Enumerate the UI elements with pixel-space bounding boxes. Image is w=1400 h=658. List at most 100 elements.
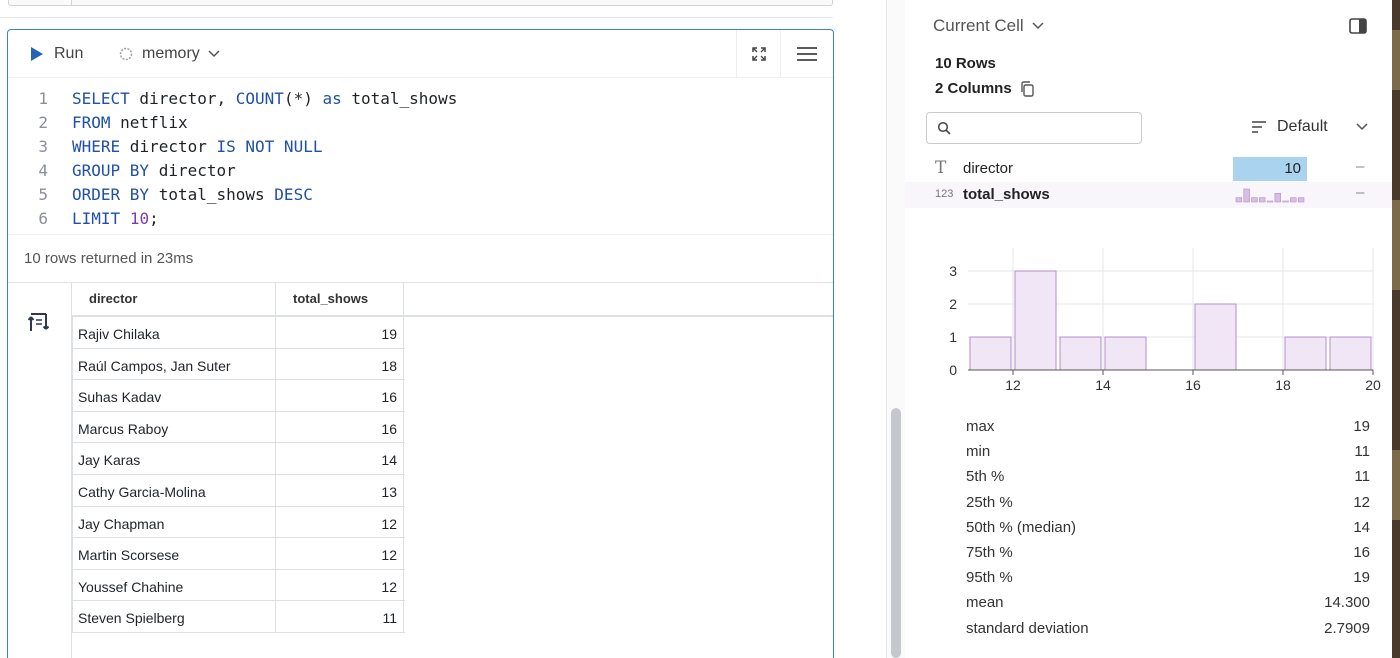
column-summary-total-shows[interactable]: 123 total_shows – (905, 182, 1392, 208)
y-tick-label: 1 (949, 329, 957, 345)
column-name: total_shows (963, 186, 1050, 203)
sidebar-layout-icon (1349, 18, 1367, 34)
unique-count-bar: 10 (1233, 157, 1307, 181)
cell-total-shows[interactable]: 13 (276, 475, 404, 506)
play-icon (31, 47, 43, 61)
sparkline-bar (1266, 200, 1274, 203)
stat-row: standard deviation 2.7909 (966, 620, 1370, 645)
sql-text: ; (149, 209, 159, 228)
cell-total-shows[interactable]: 16 (276, 411, 404, 443)
stat-row: min 11 (966, 443, 1370, 468)
stat-label: 25th % (966, 493, 1013, 511)
code-line[interactable]: 4 GROUP BY director (8, 159, 833, 183)
stat-value: 19 (1353, 569, 1370, 587)
cell-total-shows[interactable]: 18 (276, 348, 404, 380)
cell-director[interactable]: Youssef Chahine (72, 569, 276, 601)
copy-icon[interactable] (1020, 80, 1035, 97)
column-action[interactable]: – (1356, 184, 1364, 201)
cell-total-shows[interactable]: 12 (276, 538, 404, 569)
y-tick-label: 2 (949, 296, 957, 312)
cell-director[interactable]: Martin Scorsese (72, 538, 276, 569)
table-row[interactable]: Raúl Campos, Jan Suter 18 (72, 348, 405, 381)
cell-director[interactable]: Jay Karas (72, 443, 276, 474)
cell-director[interactable]: Suhas Kadav (72, 380, 276, 411)
inspector-panel: Current Cell 10 Rows 2 Columns Default T… (905, 0, 1392, 658)
y-tick-label: 3 (949, 263, 957, 279)
cell-total-shows[interactable]: 12 (276, 506, 404, 538)
sort-select[interactable]: Default (1251, 118, 1368, 136)
layout-toggle-button[interactable] (1349, 18, 1367, 39)
code-text: FROM netflix (72, 111, 188, 135)
y-tick-label: 0 (949, 362, 957, 378)
chevron-down-icon (208, 50, 220, 58)
table-row[interactable]: Cathy Garcia-Molina 13 (72, 475, 405, 507)
stat-row: 95th % 19 (966, 569, 1370, 594)
column-header-total-shows[interactable]: total_shows (276, 283, 404, 315)
table-row[interactable]: Jay Karas 14 (72, 443, 405, 475)
x-tick-label: 20 (1365, 377, 1381, 393)
code-line[interactable]: 5 ORDER BY total_shows DESC (8, 183, 833, 207)
sql-text: netflix (110, 113, 188, 132)
table-row[interactable]: Suhas Kadav 16 (72, 380, 405, 412)
sparkline-bar (1243, 188, 1250, 203)
sort-icon (1252, 121, 1266, 133)
line-number: 4 (38, 161, 48, 180)
table-row[interactable]: Steven Spielberg 11 (72, 601, 405, 633)
column-count-label: 2 Columns (935, 80, 1012, 97)
stat-value: 16 (1353, 544, 1370, 561)
stat-value: 19 (1353, 418, 1370, 435)
query-cell[interactable]: Run memory 1 SELECT director, COUNT(*) as… (7, 29, 834, 658)
cell-menu-button[interactable] (780, 30, 833, 78)
sparkline-bar (1259, 197, 1266, 203)
sparkline-bar (1235, 197, 1243, 203)
stat-label: max (966, 418, 995, 435)
histogram-bar (1014, 270, 1057, 371)
code-line[interactable]: 2 FROM netflix (8, 111, 833, 135)
column-action[interactable]: – (1356, 158, 1364, 175)
histogram-bar (1059, 336, 1102, 371)
stat-value: 11 (1354, 443, 1370, 461)
column-search[interactable] (926, 112, 1142, 144)
code-line[interactable]: 3 WHERE director IS NOT NULL (8, 135, 833, 159)
vertical-scrollbar[interactable] (886, 0, 905, 658)
cell-director[interactable]: Cathy Garcia-Molina (72, 475, 276, 506)
expand-button[interactable] (736, 30, 780, 78)
cell-director[interactable]: Steven Spielberg (72, 601, 276, 632)
table-header: director total_shows (72, 283, 833, 317)
column-count: 2 Columns (935, 80, 1035, 97)
cell-director[interactable]: Rajiv Chilaka (72, 317, 276, 348)
cell-director[interactable]: Raúl Campos, Jan Suter (72, 348, 276, 380)
code-line[interactable]: 1 SELECT director, COUNT(*) as total_show… (8, 87, 833, 111)
cell-total-shows[interactable]: 14 (276, 443, 404, 474)
table-row[interactable]: Rajiv Chilaka 19 (72, 317, 405, 349)
table-row[interactable]: Youssef Chahine 12 (72, 569, 405, 602)
column-summary-director[interactable]: T director 10 – (905, 156, 1392, 182)
sparkline-bar (1274, 193, 1281, 203)
cell-director[interactable]: Jay Chapman (72, 506, 276, 538)
search-input[interactable] (957, 117, 1135, 139)
cell-total-shows[interactable]: 16 (276, 380, 404, 411)
column-header-director[interactable]: director (72, 283, 276, 315)
sql-keyword: DESC (274, 185, 313, 204)
cell-total-shows[interactable]: 12 (276, 569, 404, 601)
cell-total-shows[interactable]: 19 (276, 317, 404, 348)
cell-director[interactable]: Marcus Raboy (72, 411, 276, 443)
cell-total-shows[interactable]: 11 (276, 601, 404, 632)
code-line[interactable]: 6 LIMIT 10; (8, 207, 833, 231)
cell-separator (0, 17, 833, 18)
run-button[interactable]: Run (30, 44, 83, 64)
connection-select[interactable]: memory (118, 44, 220, 64)
scrollbar-thumb[interactable] (891, 408, 901, 658)
stat-row: 5th % 11 (966, 468, 1370, 493)
table-row[interactable]: Jay Chapman 12 (72, 506, 405, 539)
transpose-icon[interactable] (27, 311, 50, 338)
table-row[interactable]: Marcus Raboy 16 (72, 411, 405, 444)
panel-title-dropdown[interactable]: Current Cell (933, 16, 1044, 36)
stat-value: 2.7909 (1324, 619, 1370, 637)
number-type-icon: 123 (935, 188, 954, 200)
histogram-bar (1194, 303, 1237, 371)
sql-editor[interactable]: 1 SELECT director, COUNT(*) as total_show… (8, 79, 833, 234)
previous-cell (8, 0, 833, 6)
table-row[interactable]: Martin Scorsese 12 (72, 538, 405, 570)
sparkline-bar (1290, 197, 1297, 203)
